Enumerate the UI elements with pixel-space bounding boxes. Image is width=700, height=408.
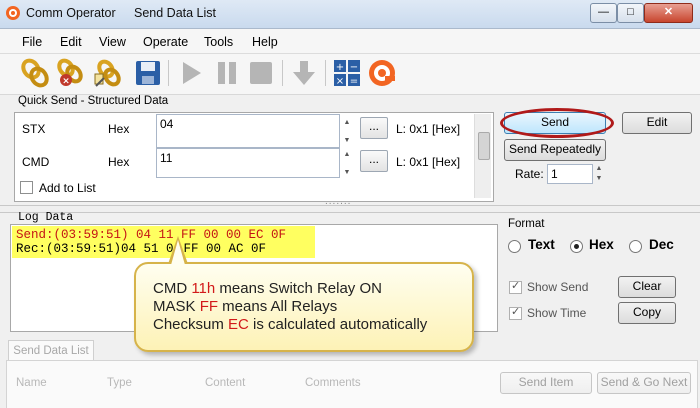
- toolbar-separator: [282, 60, 283, 86]
- stx-browse-button[interactable]: ...: [360, 117, 388, 139]
- format-label: Format: [508, 218, 545, 230]
- format-text-radio[interactable]: [508, 240, 521, 253]
- callout-line-mask: MASK FF means All Relays: [153, 298, 338, 315]
- add-to-list-label: Add to List: [39, 181, 96, 195]
- menu-edit[interactable]: Edit: [60, 35, 82, 49]
- show-send-checkbox[interactable]: [509, 279, 522, 294]
- field-format-stx: Hex: [108, 122, 130, 136]
- send-repeatedly-button[interactable]: Send Repeatedly: [504, 139, 606, 161]
- add-to-list-checkbox[interactable]: [20, 181, 33, 194]
- svg-text:×: ×: [336, 76, 344, 87]
- menu-tools[interactable]: Tools: [204, 35, 233, 49]
- svg-text:=: =: [350, 76, 358, 87]
- send-and-go-next-button[interactable]: Send & Go Next: [597, 372, 691, 394]
- clear-button[interactable]: Clear: [618, 276, 676, 298]
- show-time-label: Show Time: [527, 306, 587, 320]
- highlight-ellipse: [500, 108, 614, 138]
- column-comments[interactable]: Comments: [305, 377, 361, 389]
- stx-spinner[interactable]: ▲ ▼: [341, 114, 353, 150]
- log-receive-suffix: FF 00 AC 0F: [183, 242, 267, 256]
- format-dec-radio[interactable]: [629, 240, 642, 253]
- cmd-spinner[interactable]: ▲ ▼: [341, 146, 353, 182]
- tab-send-data-list[interactable]: Send Data List: [8, 340, 94, 361]
- cmd-value-input[interactable]: 11: [156, 148, 340, 178]
- rate-label: Rate:: [515, 167, 544, 181]
- svg-text:−: −: [350, 62, 358, 73]
- format-dec-label: Dec: [649, 237, 674, 252]
- log-receive-line: Rec:(03:59:51)04 51 0 FF 00 AC 0F: [16, 242, 266, 256]
- stop-icon[interactable]: [246, 58, 276, 88]
- field-format-cmd: Hex: [108, 155, 130, 169]
- send-item-button[interactable]: Send Item: [500, 372, 592, 394]
- calculator-icon[interactable]: + − × =: [332, 58, 362, 88]
- app-window: Comm Operator Send Data List — □ ✕ File …: [0, 0, 700, 408]
- log-receive-prefix: Rec:(03:59:51)04 51 0: [16, 242, 174, 256]
- format-hex-label: Hex: [589, 237, 614, 252]
- copy-button[interactable]: Copy: [618, 302, 676, 324]
- show-time-checkbox[interactable]: [509, 305, 522, 320]
- svg-text:+: +: [336, 62, 344, 73]
- app-logo-icon: [6, 6, 20, 20]
- app-title: Comm Operator: [26, 6, 116, 20]
- stx-length-label: L: 0x1 [Hex]: [396, 122, 461, 136]
- menu-view[interactable]: View: [99, 35, 126, 49]
- toolbar: × + − × =: [0, 54, 700, 95]
- edit-button[interactable]: Edit: [622, 112, 692, 134]
- play-icon[interactable]: [176, 58, 206, 88]
- pause-icon[interactable]: [212, 58, 242, 88]
- menu-file[interactable]: File: [22, 35, 42, 49]
- toolbar-separator: [325, 60, 326, 86]
- app-logo-icon[interactable]: [367, 58, 397, 88]
- connect-chain-icon[interactable]: [20, 58, 50, 88]
- quick-send-scrollbar[interactable]: [474, 114, 491, 198]
- menu-help[interactable]: Help: [252, 35, 278, 49]
- title-bar: Comm Operator Send Data List — □ ✕: [0, 0, 700, 29]
- disconnect-chain-icon[interactable]: ×: [56, 58, 86, 88]
- cmd-length-label: L: 0x1 [Hex]: [396, 155, 461, 169]
- svg-text:×: ×: [62, 77, 70, 87]
- field-name-cmd: CMD: [22, 155, 50, 169]
- menu-operate[interactable]: Operate: [143, 35, 188, 49]
- document-title: Send Data List: [134, 6, 216, 20]
- rate-spinner[interactable]: ▲ ▼: [593, 164, 605, 184]
- maximize-button[interactable]: □: [617, 3, 644, 23]
- callout-line-checksum: Checksum EC is calculated automatically: [153, 316, 428, 333]
- format-hex-radio[interactable]: [570, 240, 583, 253]
- callout-pointer-fill: [171, 240, 185, 265]
- download-arrow-icon[interactable]: [289, 58, 319, 88]
- scrollbar-thumb[interactable]: [478, 132, 490, 160]
- close-button[interactable]: ✕: [644, 3, 693, 23]
- format-text-label: Text: [528, 237, 555, 252]
- column-name[interactable]: Name: [16, 377, 47, 389]
- show-send-label: Show Send: [527, 280, 589, 294]
- quick-send-label: Quick Send - Structured Data: [18, 95, 169, 107]
- menu-bar: File Edit View Operate Tools Help: [0, 29, 700, 54]
- column-content[interactable]: Content: [205, 377, 245, 389]
- column-type[interactable]: Type: [107, 377, 132, 389]
- log-data-label: Log Data: [18, 211, 74, 224]
- callout-line-cmd: CMD 11h means Switch Relay ON: [153, 280, 382, 297]
- rate-input[interactable]: 1: [547, 164, 593, 184]
- log-send-line: Send:(03:59:51) 04 11 FF 00 00 EC 0F: [16, 228, 287, 242]
- cmd-browse-button[interactable]: ...: [360, 150, 388, 172]
- minimize-button[interactable]: —: [590, 3, 617, 23]
- panel-splitter[interactable]: [0, 196, 700, 213]
- stx-value-input[interactable]: 04: [156, 114, 340, 148]
- save-icon[interactable]: [133, 58, 163, 88]
- field-name-stx: STX: [22, 122, 46, 136]
- toolbar-separator: [168, 60, 169, 86]
- edit-connection-icon[interactable]: [92, 58, 122, 88]
